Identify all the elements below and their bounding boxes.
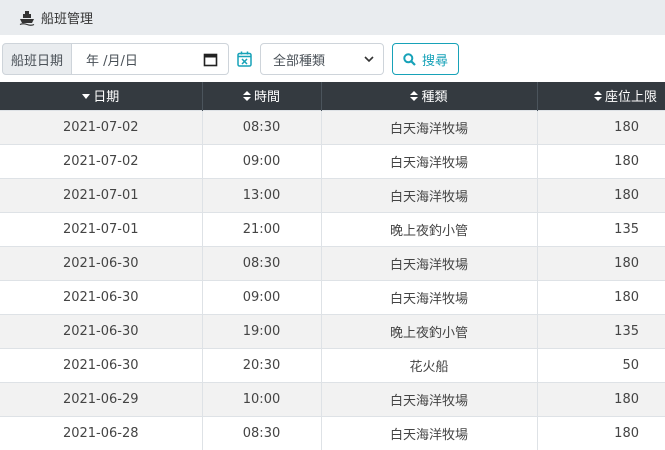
chevron-down-icon <box>364 54 374 64</box>
ship-icon <box>19 10 35 26</box>
sort-desc-icon <box>82 91 91 101</box>
table-row[interactable]: 2021-07-01 13:00 白天海洋牧場 180 <box>0 177 665 212</box>
table-row[interactable]: 2021-07-01 21:00 晚上夜釣小管 135 <box>0 211 665 246</box>
cell-type: 白天海洋牧場 <box>321 177 538 212</box>
cell-date: 2021-06-28 <box>0 415 203 450</box>
cell-date: 2021-07-02 <box>0 109 203 144</box>
sort-icon <box>593 90 602 101</box>
calendar-clear-icon[interactable] <box>237 51 252 67</box>
cell-type: 白天海洋牧場 <box>321 245 538 280</box>
cell-time: 09:00 <box>202 279 322 314</box>
search-button[interactable]: 搜尋 <box>392 43 459 75</box>
table-header-row: 日期 時間 種類 座位上限 <box>0 82 665 110</box>
cell-time: 08:30 <box>202 245 322 280</box>
cell-type: 白天海洋牧場 <box>321 279 538 314</box>
cell-time: 08:30 <box>202 109 322 144</box>
cell-date: 2021-06-30 <box>0 245 203 280</box>
table-row[interactable]: 2021-06-30 09:00 白天海洋牧場 180 <box>0 279 665 314</box>
cell-time: 20:30 <box>202 347 322 382</box>
cell-date: 2021-06-29 <box>0 381 203 416</box>
cell-date: 2021-06-30 <box>0 279 203 314</box>
cell-seats: 180 <box>537 177 665 212</box>
cell-time: 10:00 <box>202 381 322 416</box>
cell-time: 21:00 <box>202 211 322 246</box>
cell-date: 2021-07-01 <box>0 211 203 246</box>
date-input-value: 年 /月/日 <box>86 53 138 69</box>
cell-type: 白天海洋牧場 <box>321 415 538 450</box>
cell-date: 2021-06-30 <box>0 347 203 382</box>
table-row[interactable]: 2021-07-02 08:30 白天海洋牧場 180 <box>0 109 665 144</box>
column-header-type[interactable]: 種類 <box>321 82 538 110</box>
cell-seats: 180 <box>537 279 665 314</box>
search-icon <box>403 52 416 66</box>
table-row[interactable]: 2021-06-30 08:30 白天海洋牧場 180 <box>0 245 665 280</box>
cell-type: 花火船 <box>321 347 538 382</box>
page-header: 船班管理 <box>0 0 665 35</box>
cell-time: 08:30 <box>202 415 322 450</box>
column-header-label: 種類 <box>421 90 448 106</box>
cell-time: 13:00 <box>202 177 322 212</box>
filter-bar: 船班日期 年 /月/日 全部種類 搜尋 <box>0 43 665 75</box>
cell-date: 2021-07-01 <box>0 177 203 212</box>
cell-time: 09:00 <box>202 143 322 178</box>
cell-date: 2021-06-30 <box>0 313 203 348</box>
schedule-table: 日期 時間 種類 座位上限 2021-07-02 08:30 白天海洋牧場 18… <box>0 82 665 450</box>
column-header-label: 日期 <box>93 90 120 106</box>
column-header-label: 座位上限 <box>604 90 657 106</box>
cell-type: 白天海洋牧場 <box>321 143 538 178</box>
table-row[interactable]: 2021-06-28 08:30 白天海洋牧場 180 <box>0 415 665 450</box>
cell-type: 白天海洋牧場 <box>321 109 538 144</box>
column-header-time[interactable]: 時間 <box>202 82 322 110</box>
calendar-picker-icon[interactable] <box>203 52 218 67</box>
cell-seats: 50 <box>537 347 665 382</box>
column-header-date[interactable]: 日期 <box>0 82 203 110</box>
page-title: 船班管理 <box>41 12 94 27</box>
cell-type: 白天海洋牧場 <box>321 381 538 416</box>
cell-seats: 180 <box>537 415 665 450</box>
cell-seats: 135 <box>537 313 665 348</box>
cell-seats: 180 <box>537 143 665 178</box>
cell-seats: 135 <box>537 211 665 246</box>
date-filter-label: 船班日期 <box>2 43 72 75</box>
sort-icon <box>410 90 419 101</box>
cell-type: 晚上夜釣小管 <box>321 211 538 246</box>
cell-seats: 180 <box>537 245 665 280</box>
type-select-value: 全部種類 <box>273 53 326 69</box>
cell-time: 19:00 <box>202 313 322 348</box>
cell-seats: 180 <box>537 381 665 416</box>
type-select[interactable]: 全部種類 <box>260 43 384 75</box>
table-row[interactable]: 2021-06-30 20:30 花火船 50 <box>0 347 665 382</box>
sort-icon <box>242 90 251 101</box>
cell-date: 2021-07-02 <box>0 143 203 178</box>
date-filter: 船班日期 年 /月/日 <box>2 43 229 75</box>
search-button-label: 搜尋 <box>421 53 448 69</box>
table-row[interactable]: 2021-07-02 09:00 白天海洋牧場 180 <box>0 143 665 178</box>
date-input[interactable]: 年 /月/日 <box>72 43 229 75</box>
column-header-label: 時間 <box>253 90 280 106</box>
table-row[interactable]: 2021-06-29 10:00 白天海洋牧場 180 <box>0 381 665 416</box>
table-row[interactable]: 2021-06-30 19:00 晚上夜釣小管 135 <box>0 313 665 348</box>
cell-seats: 180 <box>537 109 665 144</box>
cell-type: 晚上夜釣小管 <box>321 313 538 348</box>
column-header-seats[interactable]: 座位上限 <box>537 82 665 110</box>
